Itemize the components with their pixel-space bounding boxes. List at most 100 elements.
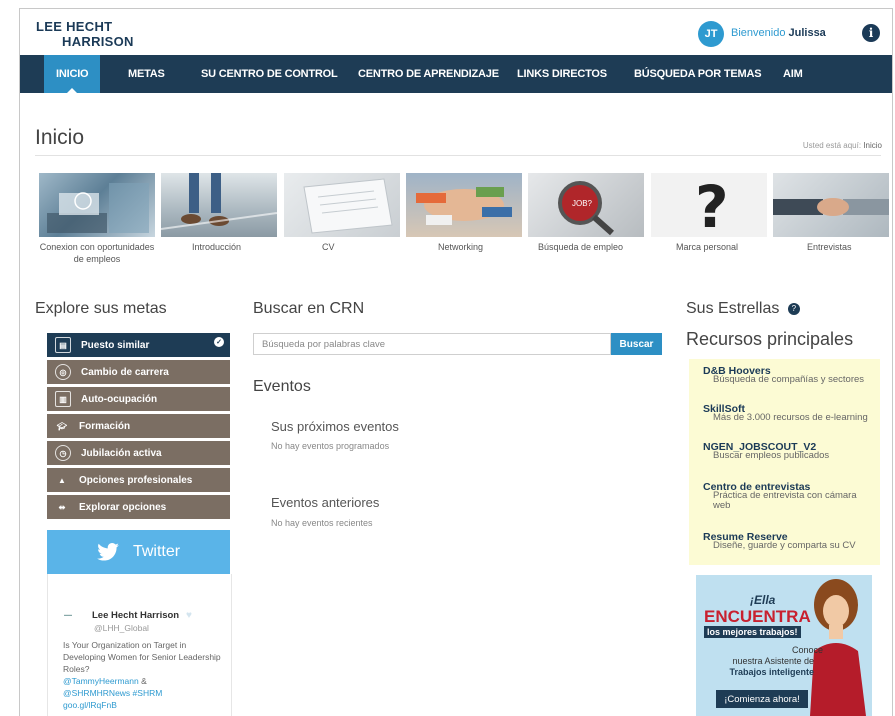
nav-aim[interactable]: AIM — [783, 55, 803, 93]
tile-image-introduccion[interactable] — [161, 173, 277, 237]
search-heading: Buscar en CRN — [253, 300, 365, 317]
ad-cta-button[interactable]: ¡Comienza ahora! — [716, 690, 808, 708]
avatar[interactable]: JT — [698, 21, 724, 47]
tweet-account-name[interactable]: Lee Hecht Harrison — [92, 610, 179, 621]
twitter-header[interactable]: Twitter — [47, 530, 230, 574]
search-button[interactable]: Buscar — [611, 333, 662, 355]
ad-line3: los mejores trabajos! — [704, 626, 801, 638]
stacked-hands-image — [416, 187, 512, 225]
magnifier-puzzle-image: JOB? — [558, 181, 614, 236]
goal-opciones-profesionales[interactable]: ▲ Opciones profesionales — [47, 468, 230, 492]
resource-dnb-hoovers[interactable]: D&B Hoovers Búsqueda de compañías y sect… — [689, 359, 880, 401]
goal-label: Jubilación activa — [81, 447, 162, 459]
twitter-label: Twitter — [132, 543, 181, 560]
svg-text:JOB?: JOB? — [572, 199, 593, 208]
resource-desc: Más de 3.000 recursos de e-learning — [713, 412, 868, 423]
goal-jubilacion[interactable]: ◷ Jubilación activa — [47, 441, 230, 465]
twitter-small-icon: ♥ — [186, 610, 192, 621]
main-nav: INICIO METAS SU CENTRO DE CONTROL CENTRO… — [20, 55, 892, 93]
goal-label: Cambio de carrera — [81, 366, 169, 378]
question-mark-image: ? — [695, 173, 729, 237]
upcoming-events-title: Sus próximos eventos — [271, 419, 399, 434]
info-icon[interactable]: i — [862, 24, 880, 42]
resource-centro-entrevistas[interactable]: Centro de entrevistas Práctica de entrev… — [689, 475, 880, 527]
stars-heading: Sus Estrellas ? — [686, 300, 800, 318]
lhh-mini-logo-icon: ▬▬ — [64, 612, 72, 617]
ad-line6: Trabajos inteligente — [729, 667, 814, 677]
resource-desc: Búsqueda de compañías y sectores — [713, 374, 865, 385]
nav-links-directos[interactable]: LINKS DIRECTOS — [517, 55, 607, 93]
twitter-bird-icon — [97, 543, 119, 561]
resource-desc: Práctica de entrevista con cámara web — [713, 490, 857, 511]
resource-desc: Buscar empleos publicados — [713, 450, 830, 461]
clock-icon: ◷ — [55, 445, 71, 461]
tile-label-busqueda[interactable]: Búsqueda de empleo — [538, 241, 648, 253]
welcome-text[interactable]: Bienvenido Julissa — [731, 27, 826, 39]
goal-label: Formación — [79, 420, 131, 432]
nav-metas[interactable]: METAS — [128, 55, 165, 93]
goal-auto-ocupacion[interactable]: ▥ Auto-ocupación — [47, 387, 230, 411]
goal-formacion[interactable]: 🎓︎ Formación — [47, 414, 230, 438]
title-divider — [35, 155, 881, 156]
tweet-amp: & — [141, 676, 147, 686]
breadcrumb: Usted está aquí: Inicio — [803, 141, 882, 150]
tweet-text: Is Your Organization on Target in Develo… — [63, 640, 221, 674]
tweet-url-link[interactable]: goo.gl/lRqFnB — [63, 700, 117, 710]
tweet-body: Is Your Organization on Target in Develo… — [63, 639, 223, 711]
tile-label-conexion[interactable]: Conexion con oportunidades de empleos — [37, 241, 157, 265]
tile-label-networking[interactable]: Networking — [438, 241, 518, 253]
goal-cambio-carrera[interactable]: ◎ Cambio de carrera — [47, 360, 230, 384]
goal-label: Puesto similar — [81, 339, 150, 351]
laptop-hands-image — [47, 183, 149, 233]
check-icon: ✓ — [214, 337, 224, 347]
tweet-mention-link[interactable]: @TammyHeermann — [63, 676, 139, 686]
past-events-empty: No hay eventos recientes — [271, 518, 373, 528]
tile-image-cv[interactable] — [284, 173, 400, 237]
resource-skillsoft[interactable]: SkillSoft Más de 3.000 recursos de e-lea… — [689, 397, 880, 439]
goal-label: Explorar opciones — [79, 501, 167, 513]
app-frame: LEE HECHT HARRISON JT Bienvenido Julissa… — [19, 8, 893, 716]
goals-heading: Explore sus metas — [35, 300, 167, 317]
tweet-tags-link[interactable]: @SHRMHRNews #SHRM — [63, 688, 162, 698]
resources-heading: Recursos principales — [686, 329, 854, 349]
tile-image-entrevistas[interactable] — [773, 173, 889, 237]
tile-image-conexion[interactable] — [39, 173, 155, 237]
tile-label-cv[interactable]: CV — [322, 241, 362, 253]
paper-image — [303, 178, 393, 234]
resource-desc: Diseñe, guarde y comparta su CV — [713, 540, 856, 551]
svg-text:?: ? — [695, 173, 729, 237]
tile-image-marca[interactable]: ? — [651, 173, 767, 237]
resource-resume-reserve[interactable]: Resume Reserve Diseñe, guarde y comparta… — [689, 525, 880, 567]
resource-jobscout[interactable]: NGEN_JOBSCOUT_V2 Buscar empleos publicad… — [689, 435, 880, 477]
goal-puesto-similar[interactable]: ▤ Puesto similar ✓ — [47, 333, 230, 357]
ad-line4: Conoce — [792, 645, 824, 655]
nav-busqueda-temas[interactable]: BÚSQUEDA POR TEMAS — [634, 55, 762, 93]
tweet-handle[interactable]: @LHH_Global — [94, 623, 149, 633]
goal-label: Opciones profesionales — [79, 474, 193, 486]
promo-banner[interactable]: ¡Ella ENCUENTRA los mejores trabajos! Co… — [696, 575, 872, 716]
tile-label-entrevistas[interactable]: Entrevistas — [807, 241, 887, 253]
compass-icon: ◎ — [55, 364, 71, 380]
help-icon[interactable]: ? — [787, 302, 800, 315]
nav-inicio[interactable]: INICIO — [44, 55, 101, 93]
handshake-image — [773, 198, 889, 216]
breadcrumb-prefix: Usted está aquí: — [802, 141, 862, 150]
logo-line2[interactable]: HARRISON — [62, 34, 134, 49]
graduation-cap-icon: 🎓︎ — [56, 421, 68, 431]
twitter-feed: ▬▬ Lee Hecht Harrison @LHH_Global ♥ Is Y… — [47, 574, 232, 716]
search-input[interactable]: Búsqueda por palabras clave — [253, 333, 611, 355]
breadcrumb-current[interactable]: Inicio — [863, 141, 882, 150]
tile-image-busqueda[interactable]: JOB? — [528, 173, 644, 237]
events-heading: Eventos — [253, 378, 311, 395]
welcome-label: Bienvenido — [731, 27, 786, 39]
building-icon: ▥ — [55, 391, 71, 407]
walking-feet-image — [161, 173, 277, 230]
tile-label-introduccion[interactable]: Introducción — [192, 241, 272, 253]
tile-image-networking[interactable] — [406, 173, 522, 237]
logo-line1[interactable]: LEE HECHT — [36, 19, 112, 34]
nav-centro-aprendizaje[interactable]: CENTRO DE APRENDIZAJE — [358, 55, 499, 93]
tile-label-marca[interactable]: Marca personal — [676, 241, 766, 253]
nav-centro-control[interactable]: SU CENTRO DE CONTROL — [201, 55, 338, 93]
goal-explorar-opciones[interactable]: ⇹ Explorar opciones — [47, 495, 230, 519]
upcoming-events-empty: No hay eventos programados — [271, 441, 390, 451]
